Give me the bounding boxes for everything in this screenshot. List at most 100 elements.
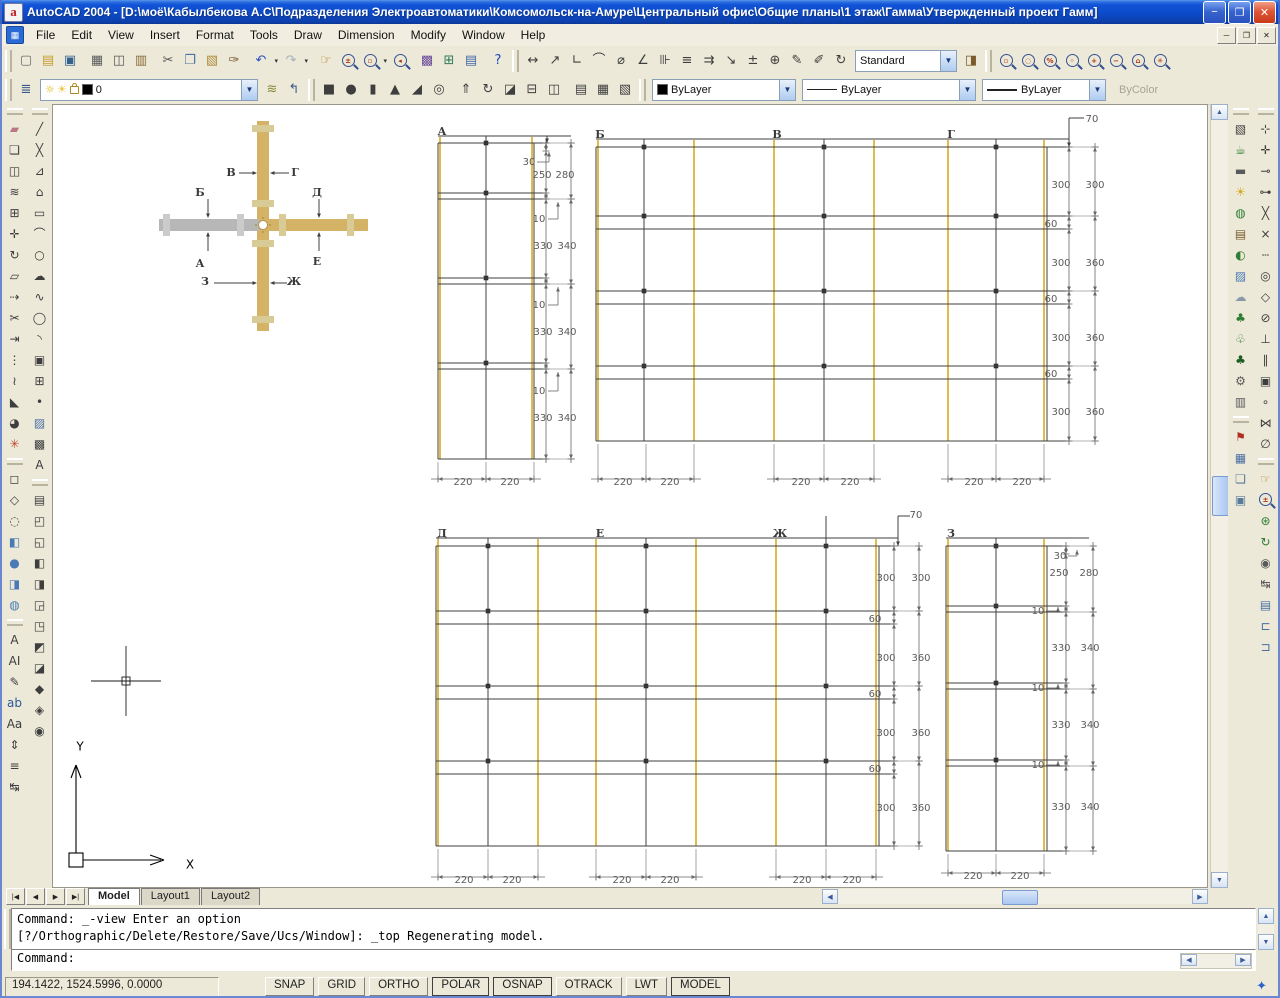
construction-line-button[interactable]: ╳ [29,139,51,160]
make-object-layer-current-button[interactable]: ↰ [283,79,305,101]
menu-modify[interactable]: Modify [403,25,454,45]
ordinate-dimension-button[interactable]: ∟ [566,50,588,72]
ellipse-button[interactable]: ◯ [29,307,51,328]
chevron-down-icon[interactable]: ▼ [1089,80,1105,100]
toggle-model[interactable]: MODEL [671,977,730,996]
zoom-scale-button[interactable]: % [1039,50,1061,72]
mapping-button[interactable]: ◐ [1230,244,1252,265]
drawing-canvas[interactable]: АБВГДЕЖЗА3025028010330340103303401033034… [52,104,1208,888]
toolbar-grip[interactable] [985,50,992,72]
tab-layout2[interactable]: Layout2 [201,888,260,905]
last-tab-button[interactable]: ▶| [66,888,85,905]
publish-button[interactable]: ▥ [130,50,152,72]
region-button[interactable]: ▩ [29,433,51,454]
command-window-grip[interactable] [4,909,11,949]
ellipse-arc-button[interactable]: ◝ [29,328,51,349]
hatch-button[interactable]: ▨ [29,412,51,433]
command-input[interactable]: Command: [11,949,1256,971]
spline-button[interactable]: ∿ [29,286,51,307]
lights-button[interactable]: ☀ [1230,181,1252,202]
plot-preview-button[interactable]: ◫ [108,50,130,72]
minimize-button[interactable]: − [1203,1,1226,24]
pan-realtime-2-button[interactable]: ☞ [1255,468,1277,489]
command-history[interactable]: Command: _-view Enter an option [?/Ortho… [11,908,1256,954]
solids-cone-button[interactable]: ▲ [384,79,406,101]
ne-isometric-button[interactable]: ◆ [29,678,51,699]
match-properties-button[interactable]: ✑ [223,50,245,72]
close-button[interactable]: ✕ [1253,1,1276,24]
gouraud-shaded-button[interactable]: ● [4,552,26,573]
snap-to-none-button[interactable]: ∅ [1255,433,1277,454]
fog-button[interactable]: ☁ [1230,286,1252,307]
trim-button[interactable]: ✂ [4,307,26,328]
make-block-button[interactable]: ⊞ [29,370,51,391]
slice-button[interactable]: ◪ [499,79,521,101]
chevron-down-icon[interactable]: ▼ [959,80,975,100]
image-frame-button[interactable]: ▣ [1230,489,1252,510]
next-tab-button[interactable]: ▶ [46,888,65,905]
toolbar-grip[interactable] [308,79,315,101]
menu-view[interactable]: View [100,25,142,45]
snap-to-quadrant-button[interactable]: ◇ [1255,286,1277,307]
flat-shaded-button[interactable]: ◧ [4,531,26,552]
aligned-dimension-button[interactable]: ↗ [544,50,566,72]
command-scrollbar[interactable]: ▲ ▼ [1258,908,1274,950]
toolbar-grip[interactable] [7,619,23,626]
zoom-in-button[interactable]: + [1083,50,1105,72]
menu-dimension[interactable]: Dimension [330,25,403,45]
chevron-down-icon[interactable]: ▾ [304,57,308,65]
scroll-right-icon[interactable]: ▶ [1192,889,1208,904]
vertical-scrollbar[interactable]: ▲ ▼ [1210,104,1228,888]
redo-button[interactable]: ↷▾ [280,50,302,72]
dimension-text-edit-button[interactable]: ✐ [808,50,830,72]
single-line-text-button[interactable]: AI [4,650,26,671]
color-combo[interactable]: ByLayer ▼ [652,79,796,101]
snap-to-center-button[interactable]: ◎ [1255,265,1277,286]
menu-window[interactable]: Window [454,25,513,45]
toggle-lwt[interactable]: LWT [626,977,667,996]
radius-dimension-button[interactable]: ⌒ [588,50,610,72]
image-transparency-button[interactable]: ❏ [1230,468,1252,489]
toggle-grid[interactable]: GRID [318,977,365,996]
paste-button[interactable]: ▧ [201,50,223,72]
zoom-extents-button[interactable]: ✳ [1149,50,1171,72]
stretch-button[interactable]: ⇢ [4,286,26,307]
menu-draw[interactable]: Draw [286,25,330,45]
render-button[interactable]: ☕ [1230,139,1252,160]
prev-tab-button[interactable]: ◀ [26,888,45,905]
snap-to-insert-button[interactable]: ▣ [1255,370,1277,391]
chevron-down-icon[interactable]: ▼ [779,80,795,100]
multiline-text-button[interactable]: A [4,629,26,650]
top-view-button[interactable]: ◰ [29,510,51,531]
revision-cloud-button[interactable]: ☁ [29,265,51,286]
snap-to-midpoint-button[interactable]: ⊶ [1255,181,1277,202]
section-button[interactable]: ⊟ [521,79,543,101]
snap-to-perpendicular-button[interactable]: ⊥ [1255,328,1277,349]
layer-properties-manager-button[interactable]: ≣ [15,79,37,101]
new-drawing-button[interactable]: ▢ [15,50,37,72]
setup-drawing-button[interactable]: ▤ [570,79,592,101]
toolbar-grip[interactable] [1258,108,1274,115]
menu-edit[interactable]: Edit [63,25,100,45]
scroll-right-icon[interactable]: ▶ [1235,954,1251,966]
toolbar-grip[interactable] [5,50,12,72]
vertical-scroll-thumb[interactable] [1212,476,1229,516]
horizontal-scrollbar[interactable]: ◀ ▶ [822,889,1208,904]
command-h-scrollbar[interactable]: ◀ ▶ [1180,953,1252,969]
scroll-up-icon[interactable]: ▲ [1258,908,1274,924]
zoom-dynamic-button[interactable]: ◌ [1017,50,1039,72]
zoom-realtime-2-button[interactable]: ± [1255,489,1277,510]
coordinates-readout[interactable]: 194.1422, 1524.5996, 0.0000 [5,977,219,997]
linear-dimension-button[interactable]: ↔ [522,50,544,72]
interfere-button[interactable]: ◫ [543,79,565,101]
right-view-button[interactable]: ◨ [29,573,51,594]
circle-button[interactable]: ○ [29,244,51,265]
menu-format[interactable]: Format [188,25,242,45]
layer-combo[interactable]: ☼ ☀ 0 ▼ [40,79,258,101]
toolbar-grip[interactable] [1233,416,1249,423]
zoom-realtime-button[interactable]: ± [337,50,359,72]
break-at-point-button[interactable]: ⋮ [4,349,26,370]
fillet-button[interactable]: ◕ [4,412,26,433]
edit-text-button[interactable]: ✎ [4,671,26,692]
toggle-snap[interactable]: SNAP [265,977,314,996]
